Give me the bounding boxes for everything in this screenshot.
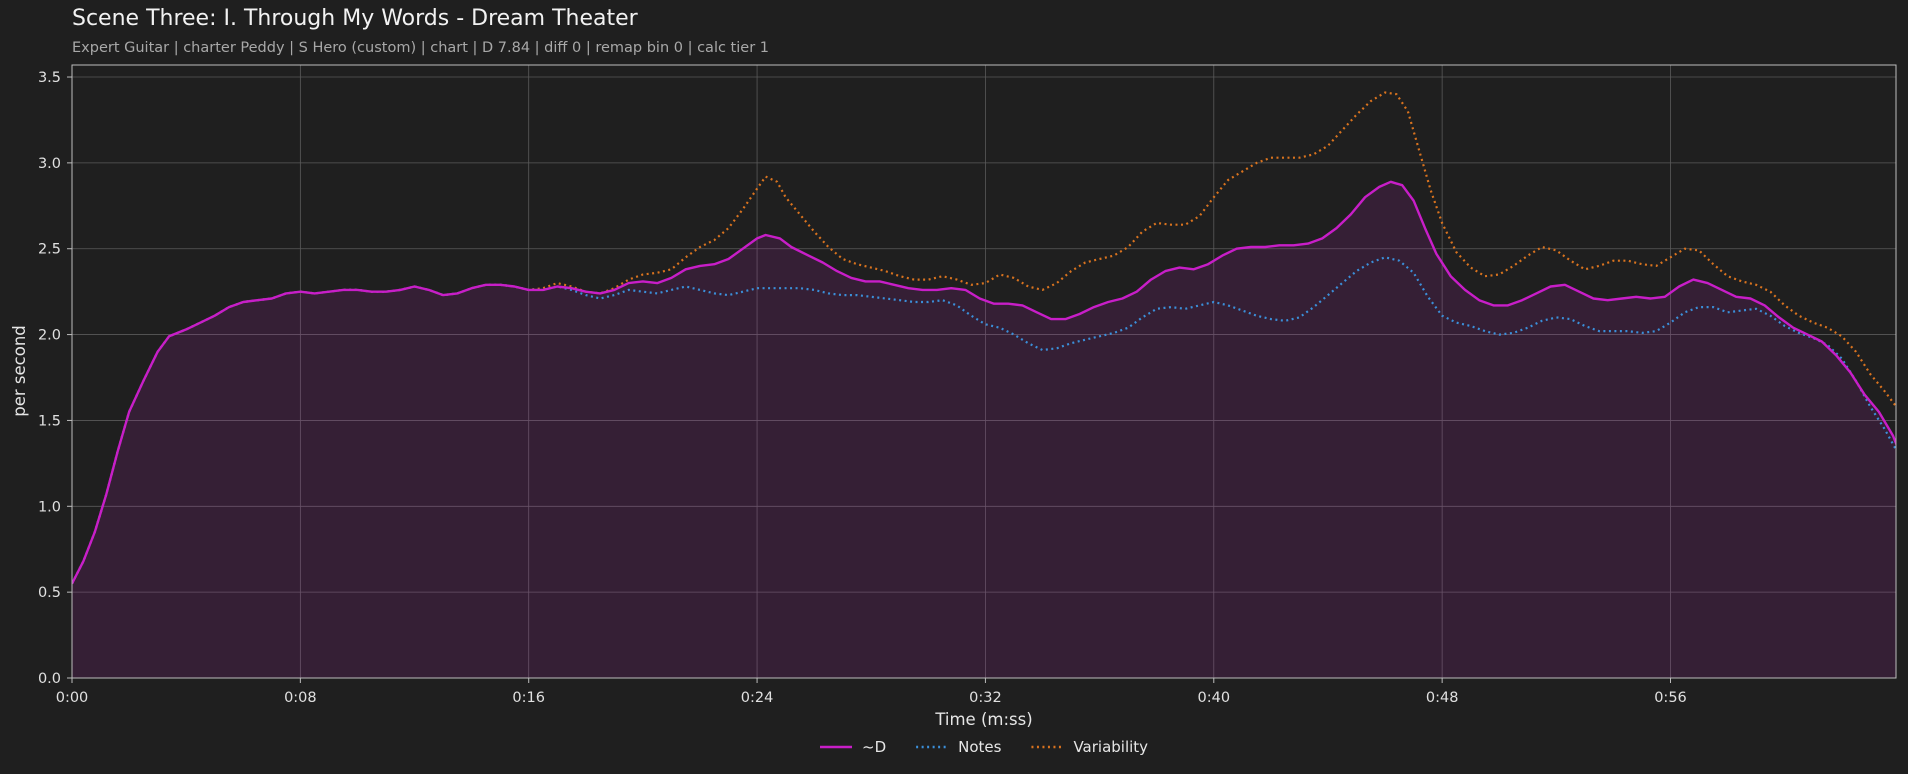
- y-tick-label: 1.0: [38, 499, 61, 515]
- y-tick-label: 2.5: [38, 242, 61, 258]
- series-fill: [72, 181, 1896, 678]
- x-tick-label: 0:56: [1654, 690, 1687, 706]
- x-tick-label: 0:08: [284, 690, 317, 706]
- x-axis-title: Time (m:ss): [934, 710, 1032, 729]
- x-tick-label: 0:48: [1426, 690, 1459, 706]
- legend-label: Variability: [1073, 738, 1148, 756]
- y-tick-label: 0.0: [38, 671, 61, 687]
- y-tick-label: 0.5: [38, 585, 61, 601]
- y-axis-ticks: 0.0 0.5 1.0 1.5 2.0 2.5 3.0 3.5: [38, 70, 72, 687]
- legend: ~D Notes Variability: [820, 738, 1148, 756]
- y-axis-title: per second: [10, 325, 29, 417]
- line-chart: 0:00 0:08 0:16 0:24 0:32 0:40 0:48 0:56 0.0 0.5 1…: [10, 64, 1897, 756]
- x-tick-label: 0:32: [969, 690, 1002, 706]
- x-tick-label: 0:00: [56, 690, 89, 706]
- y-tick-label: 3.5: [38, 70, 61, 86]
- y-tick-label: 2.0: [38, 328, 61, 344]
- x-tick-label: 0:40: [1198, 690, 1231, 706]
- y-tick-label: 3.0: [38, 156, 61, 172]
- legend-label: ~D: [862, 738, 886, 756]
- x-tick-label: 0:16: [512, 690, 545, 706]
- legend-label: Notes: [958, 738, 1002, 756]
- area-fill-layer: [72, 181, 1896, 678]
- x-axis-ticks: 0:00 0:08 0:16 0:24 0:32 0:40 0:48 0:56: [56, 678, 1687, 706]
- y-tick-label: 1.5: [38, 413, 61, 429]
- x-tick-label: 0:24: [741, 690, 774, 706]
